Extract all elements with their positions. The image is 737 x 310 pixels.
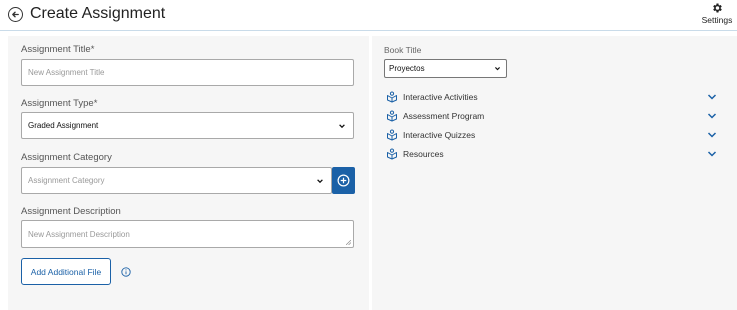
chevron-down-icon <box>317 179 323 184</box>
resize-grip-icon[interactable] <box>346 240 351 245</box>
chevron-down-icon[interactable] <box>707 112 717 120</box>
type-label: Assignment Type* <box>21 98 98 109</box>
book-title-value: Proyectos <box>389 64 425 73</box>
gear-icon <box>713 3 722 13</box>
assignment-type-select[interactable]: Graded Assignment <box>21 112 354 139</box>
info-icon[interactable] <box>121 267 131 277</box>
resource-label: Interactive Activities <box>403 92 478 102</box>
resource-row-interactive-quizzes[interactable]: Interactive Quizzes <box>386 129 717 143</box>
category-label: Assignment Category <box>21 152 112 163</box>
chevron-down-icon[interactable] <box>707 150 717 158</box>
settings-button[interactable]: Settings <box>700 2 734 25</box>
settings-label: Settings <box>701 15 733 25</box>
assignment-form-panel: Assignment Title* New Assignment Title A… <box>8 36 369 310</box>
resource-label: Interactive Quizzes <box>403 130 476 140</box>
resource-label: Resources <box>403 149 444 159</box>
chevron-down-icon <box>495 67 500 71</box>
package-icon <box>387 129 397 141</box>
assignment-description-textarea[interactable]: New Assignment Description <box>21 220 354 248</box>
chevron-down-icon <box>339 124 345 129</box>
assignment-category-placeholder: Assignment Category <box>28 176 105 185</box>
assignment-title-input[interactable]: New Assignment Title <box>21 59 354 86</box>
assignment-category-select[interactable]: Assignment Category <box>21 167 332 194</box>
package-icon <box>387 148 397 160</box>
assignment-type-value: Graded Assignment <box>28 121 99 130</box>
resource-label: Assessment Program <box>403 111 485 121</box>
resource-row-resources[interactable]: Resources <box>386 148 717 162</box>
package-icon <box>387 91 397 103</box>
add-category-button[interactable] <box>332 167 355 194</box>
description-label: Assignment Description <box>21 206 121 217</box>
book-title-select[interactable]: Proyectos <box>384 59 507 78</box>
book-title-label: Book Title <box>384 45 422 55</box>
chevron-down-icon[interactable] <box>707 93 717 101</box>
resource-row-assessment-program[interactable]: Assessment Program <box>386 110 717 124</box>
resource-row-interactive-activities[interactable]: Interactive Activities <box>386 91 717 105</box>
chevron-down-icon[interactable] <box>707 131 717 139</box>
back-button[interactable] <box>8 7 23 22</box>
title-label: Assignment Title* <box>21 44 95 55</box>
package-icon <box>387 110 397 122</box>
book-resources-panel: Book Title Proyectos Interactive Activit… <box>372 36 737 310</box>
plus-circle-icon <box>337 174 350 187</box>
header: Create Assignment Settings <box>0 0 737 31</box>
page-title: Create Assignment <box>30 5 166 22</box>
add-additional-file-button[interactable]: Add Additional File <box>21 258 111 285</box>
assignment-description-placeholder: New Assignment Description <box>28 229 130 239</box>
back-arrow-icon <box>12 11 19 18</box>
